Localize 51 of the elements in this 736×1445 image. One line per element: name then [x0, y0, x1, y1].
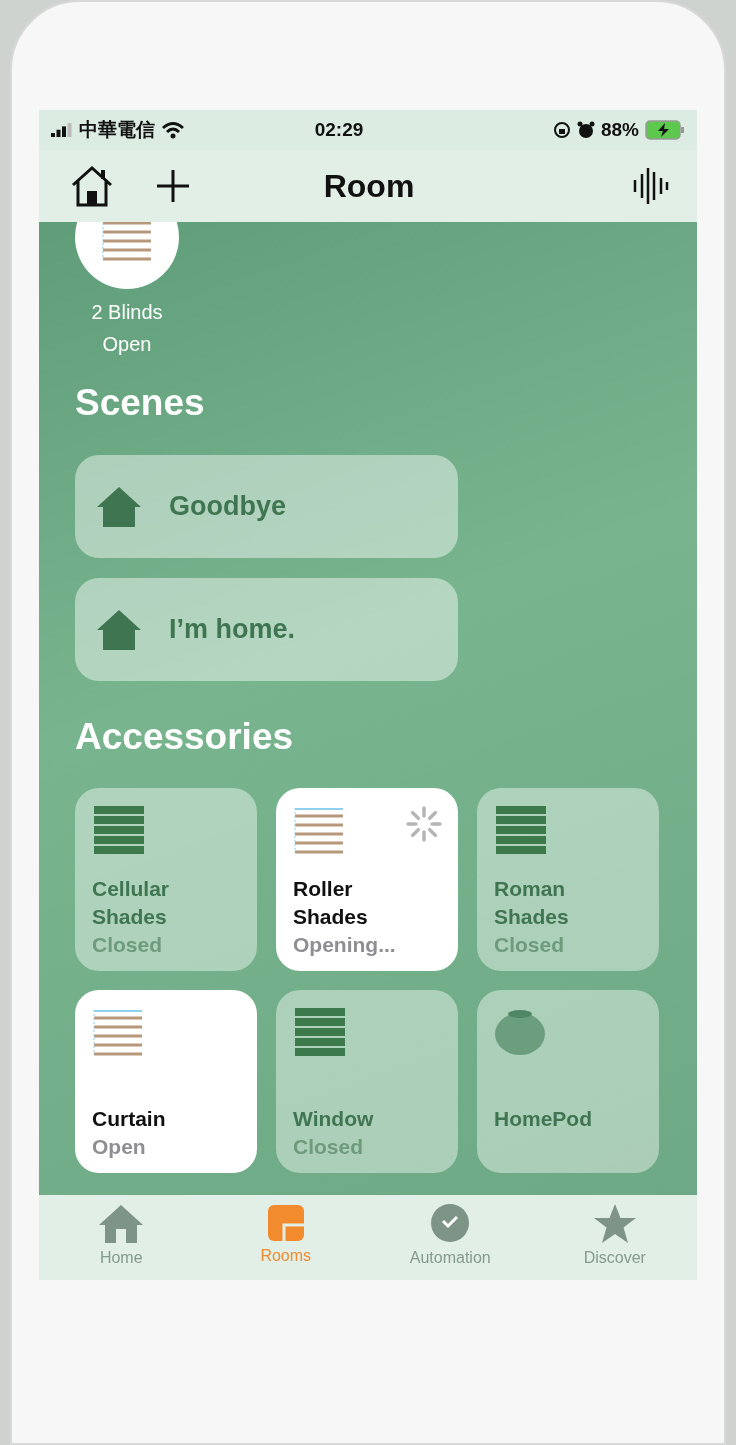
accessory-status: Closed [494, 932, 565, 958]
accessory-name: Curtain [92, 1106, 167, 1132]
house-icon [95, 607, 143, 652]
accessory-tile[interactable]: Roman Shades Closed [477, 788, 659, 971]
battery-charging-icon [645, 120, 685, 140]
clock-check-icon [429, 1203, 472, 1245]
accessory-name: Cellular Shades [92, 876, 171, 930]
battery-percent: 88% [601, 119, 639, 141]
house-icon[interactable] [69, 165, 115, 207]
page-title: Room [323, 167, 415, 205]
accessory-status: Closed [92, 932, 163, 958]
accessory-tile[interactable]: Cellular Shades Closed [75, 788, 257, 971]
blinds-icon [92, 1008, 144, 1056]
section-heading: Scenes [75, 381, 206, 425]
carrier-name: 中華電信 [79, 118, 155, 142]
accessory-name: 2 Blinds [90, 300, 164, 325]
tab-item[interactable]: Home [39, 1195, 204, 1280]
tab-item[interactable]: Rooms [203, 1195, 368, 1280]
section-heading: Accessories [75, 715, 295, 759]
star-icon [592, 1203, 637, 1245]
wifi-icon [161, 121, 185, 139]
tab-item[interactable]: Automation [368, 1195, 533, 1280]
accessory-status: Open [92, 1134, 147, 1160]
accessory-tile[interactable]: Roller Shades Opening... [276, 788, 458, 971]
rotation-lock-icon [553, 121, 571, 139]
blinds-icon [92, 806, 144, 854]
accessory-tile[interactable]: HomePod [477, 990, 659, 1173]
accessory-name: Window [293, 1106, 375, 1132]
accessory-tile[interactable]: Curtain Open [75, 990, 257, 1173]
add-icon[interactable] [155, 168, 191, 204]
accessory-name: HomePod [494, 1106, 593, 1132]
status-time: 02:29 [314, 119, 364, 141]
accessory-status: Closed [293, 1134, 364, 1160]
waveform-icon[interactable] [633, 168, 669, 204]
accessory-status: Opening... [293, 932, 397, 958]
accessory-name: Roman Shades [494, 876, 570, 930]
house-icon [95, 484, 143, 529]
blinds-icon [101, 222, 153, 261]
accessory-status: Open [101, 332, 153, 357]
scene-button[interactable]: I’m home. [75, 578, 458, 681]
accessory-name: Roller Shades [293, 876, 369, 930]
blinds-icon [494, 806, 546, 854]
tab-item[interactable]: Discover [532, 1195, 697, 1280]
blinds-icon [293, 1008, 345, 1056]
speaker-icon [494, 1008, 546, 1056]
rooms-icon [266, 1203, 305, 1243]
blinds-icon [293, 806, 345, 854]
scene-button[interactable]: Goodbye [75, 455, 458, 558]
alarm-icon [577, 121, 595, 139]
accessory-tile[interactable]: Window Closed [276, 990, 458, 1173]
signal-icon [51, 123, 73, 137]
